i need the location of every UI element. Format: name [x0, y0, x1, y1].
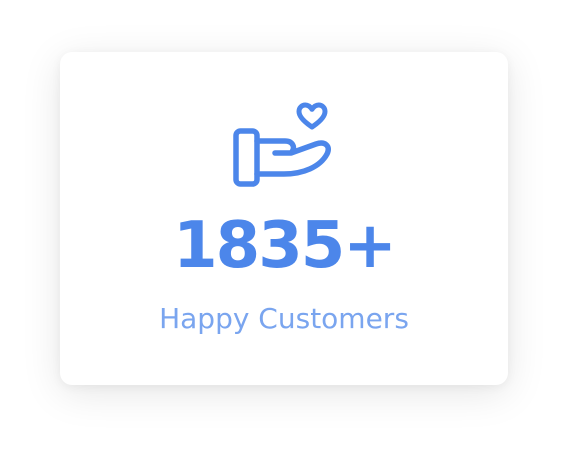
page-background: 1835+ Happy Customers	[0, 0, 568, 454]
hand-heart-icon	[232, 100, 338, 190]
stat-card: 1835+ Happy Customers	[60, 52, 508, 385]
stat-label: Happy Customers	[159, 302, 409, 335]
stat-value: 1835+	[173, 209, 397, 283]
